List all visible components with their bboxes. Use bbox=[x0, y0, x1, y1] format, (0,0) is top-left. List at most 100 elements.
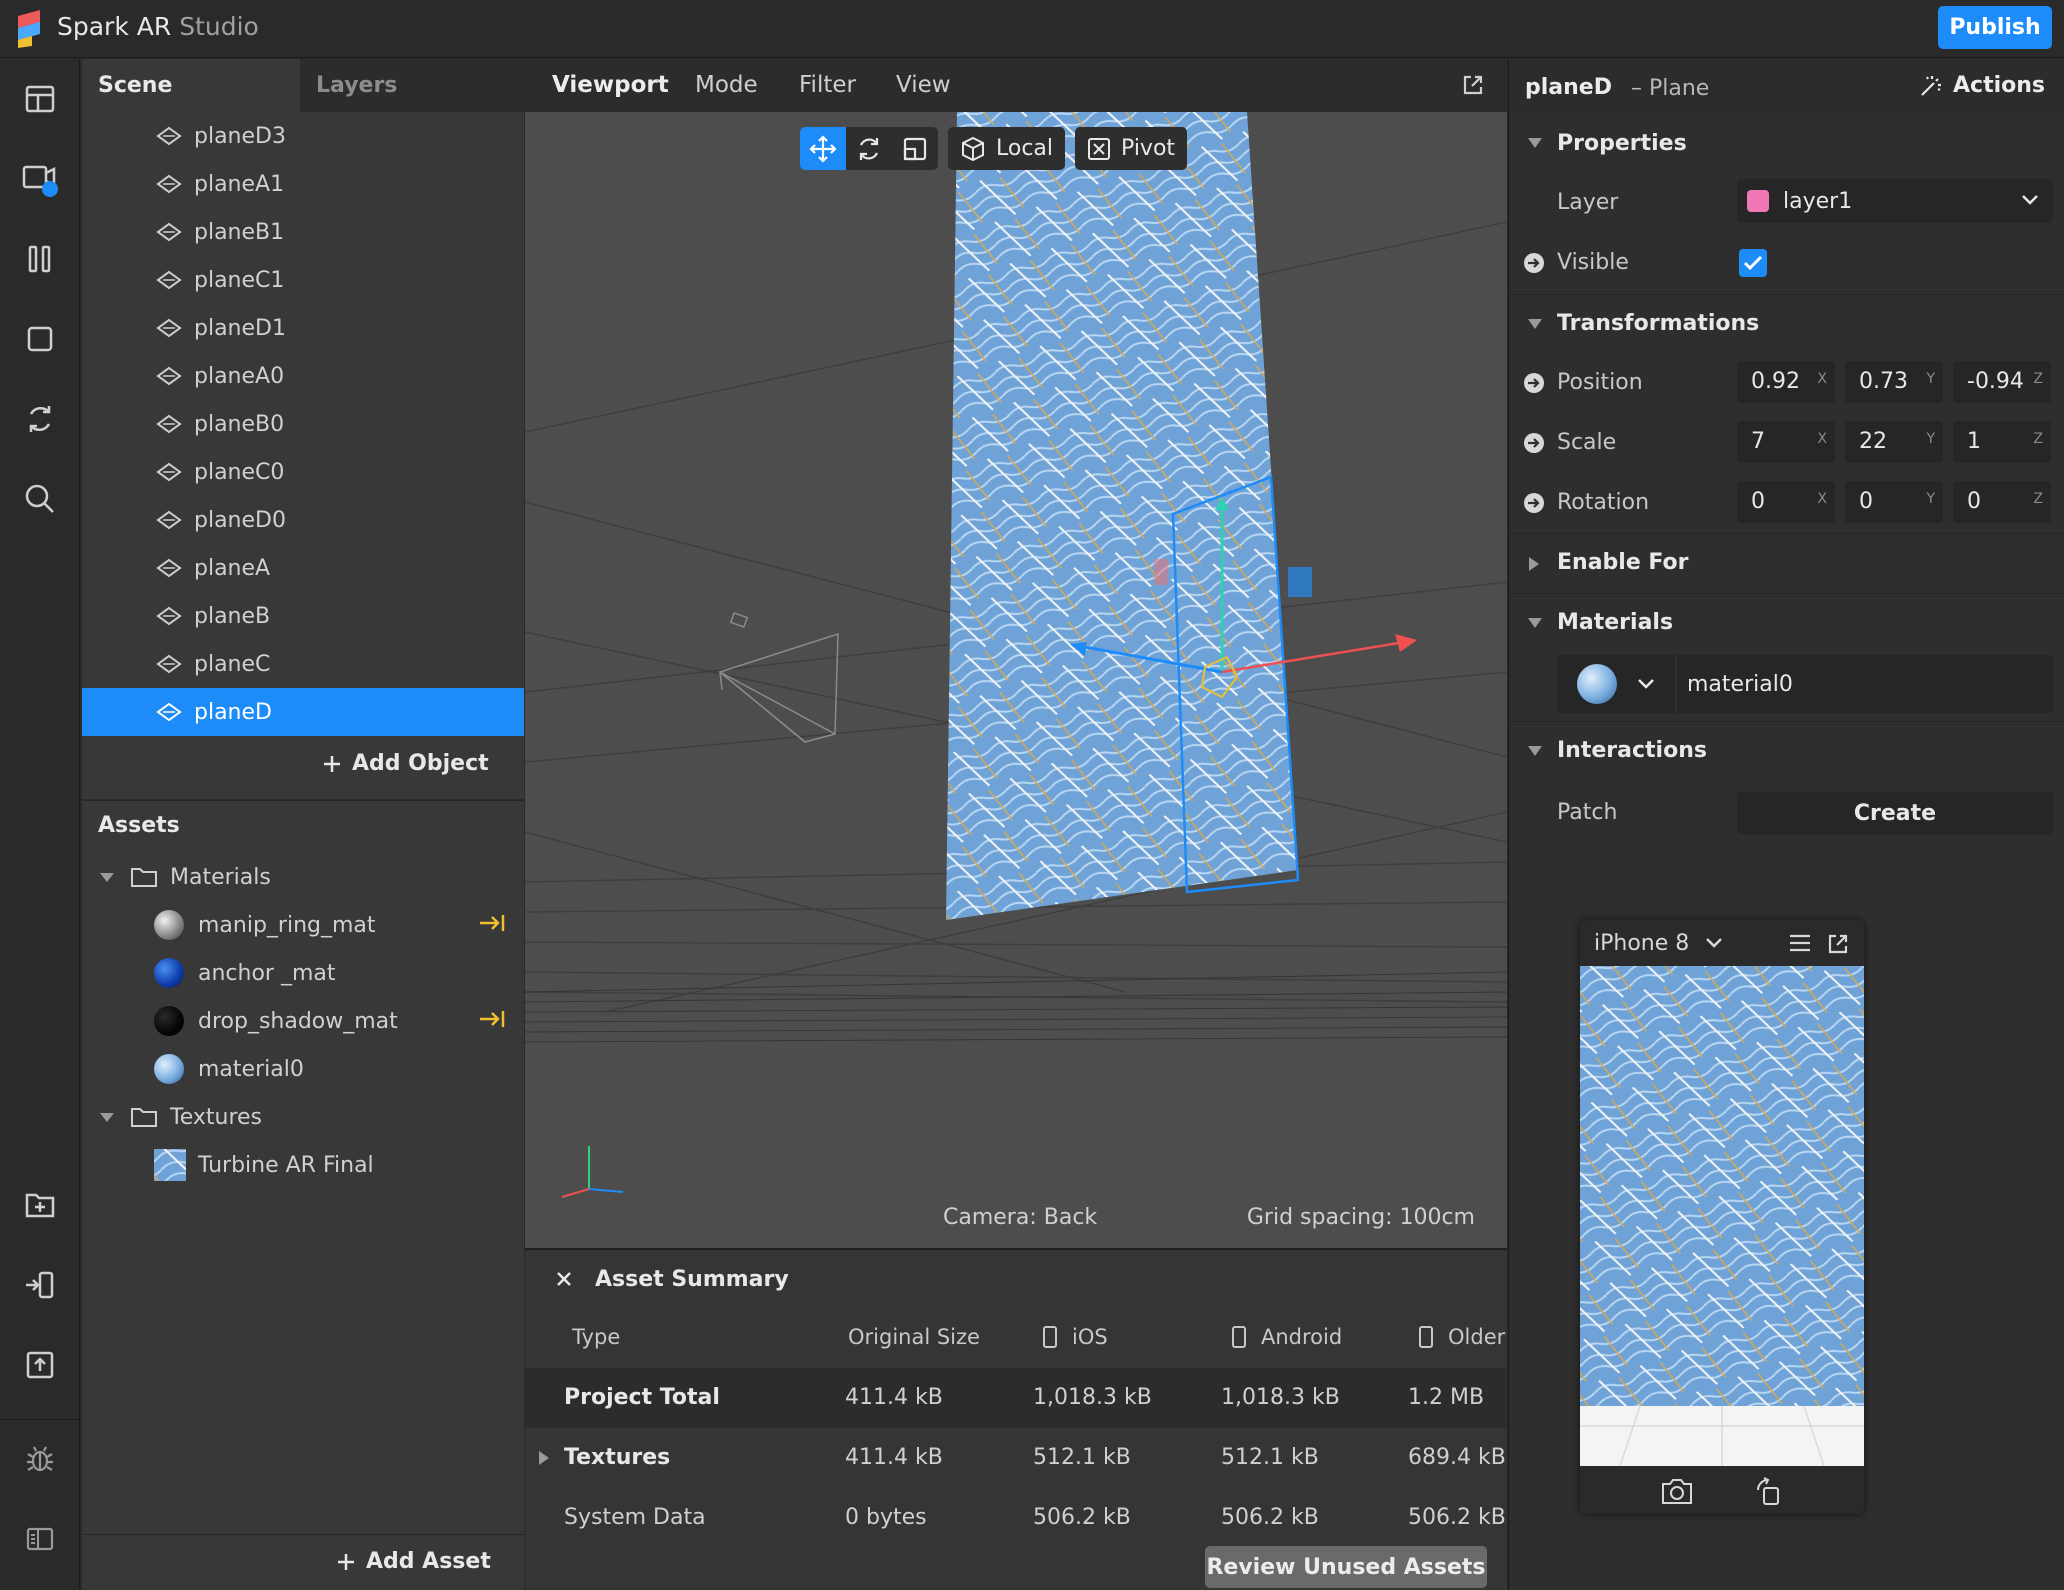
camera-switch-icon[interactable] bbox=[1660, 1476, 1694, 1506]
menu-view[interactable]: View bbox=[896, 59, 951, 112]
review-unused-assets-button[interactable]: Review Unused Assets bbox=[1205, 1546, 1487, 1588]
menu-mode[interactable]: Mode bbox=[695, 59, 758, 112]
position-z-field[interactable]: -0.94 Z bbox=[1953, 361, 2051, 403]
triangle-down-icon[interactable] bbox=[1527, 317, 1543, 331]
plane-icon bbox=[156, 414, 182, 434]
triangle-down-icon[interactable] bbox=[1527, 744, 1543, 758]
triangle-down-icon[interactable] bbox=[1527, 616, 1543, 630]
external-link-icon[interactable] bbox=[1461, 73, 1485, 97]
triangle-down-icon[interactable] bbox=[1527, 136, 1543, 150]
triangle-down-icon[interactable] bbox=[98, 1108, 116, 1126]
folder-textures[interactable]: Textures bbox=[82, 1093, 524, 1141]
add-asset-label: Add Asset bbox=[366, 1549, 491, 1574]
section-interactions[interactable]: Interactions bbox=[1509, 721, 2064, 779]
material-picker[interactable] bbox=[1557, 655, 1677, 713]
create-patch-button[interactable]: Create bbox=[1737, 792, 2053, 834]
pivot-button[interactable]: Pivot bbox=[1075, 127, 1188, 170]
asset-manip-ring-mat[interactable]: manip_ring_mat bbox=[82, 901, 524, 949]
inspector-header: planeD – Plane Actions bbox=[1509, 59, 2064, 112]
rotation-y-field[interactable]: 0Y bbox=[1845, 481, 1943, 523]
add-object-button[interactable]: Add Object bbox=[322, 751, 489, 776]
scene-item-planec0[interactable]: planeC0 bbox=[82, 448, 524, 496]
rotation-x-field[interactable]: 0X bbox=[1737, 481, 1835, 523]
scene-item-planec[interactable]: planeC bbox=[82, 640, 524, 688]
tab-viewport[interactable]: Viewport bbox=[552, 59, 669, 112]
connect-arrow-icon[interactable] bbox=[1523, 372, 1545, 394]
upload-icon[interactable] bbox=[20, 1345, 60, 1385]
scene-item-planea[interactable]: planeA bbox=[82, 544, 524, 592]
connect-arrow-icon[interactable] bbox=[1523, 432, 1545, 454]
link-arrow-icon[interactable] bbox=[478, 1007, 506, 1031]
actions-button[interactable]: Actions bbox=[1919, 73, 2045, 98]
scene-render bbox=[525, 112, 1507, 1198]
scene-panel: Scene Layers planeD3 planeA1 planeB1 planeC… bbox=[82, 59, 524, 799]
material-name-field[interactable]: material0 bbox=[1677, 655, 2053, 713]
bug-icon[interactable] bbox=[20, 1439, 60, 1479]
folder-materials-label: Materials bbox=[170, 864, 271, 890]
viewport-canvas[interactable]: Local Pivot Camera: Back Grid spacing: 1… bbox=[525, 112, 1507, 1248]
scene-item-planea0[interactable]: planeA0 bbox=[82, 352, 524, 400]
section-materials[interactable]: Materials bbox=[1509, 593, 2064, 651]
scene-item-planed1[interactable]: planeD1 bbox=[82, 304, 524, 352]
layer-dropdown[interactable]: layer1 bbox=[1737, 179, 2053, 223]
panel-icon[interactable] bbox=[20, 1519, 60, 1559]
scene-item-planeb[interactable]: planeB bbox=[82, 592, 524, 640]
asset-drop-shadow-mat[interactable]: drop_shadow_mat bbox=[82, 997, 524, 1045]
chevron-down-icon[interactable] bbox=[1705, 936, 1723, 950]
scene-item-planed[interactable]: planeD bbox=[82, 688, 524, 736]
device-select[interactable]: iPhone 8 bbox=[1594, 931, 1689, 956]
asset-anchor-mat[interactable]: anchor _mat bbox=[82, 949, 524, 997]
summary-row-textures[interactable]: Textures 411.4 kB 512.1 kB 512.1 kB 689.… bbox=[525, 1428, 1507, 1488]
section-transformations[interactable]: Transformations bbox=[1509, 294, 2064, 352]
scale-y-field[interactable]: 22 Y bbox=[1845, 421, 1943, 463]
section-enable-for[interactable]: Enable For bbox=[1509, 533, 2064, 591]
add-asset-button[interactable]: Add Asset bbox=[336, 1549, 491, 1574]
scene-item-planed3[interactable]: planeD3 bbox=[82, 112, 524, 160]
section-properties[interactable]: Properties bbox=[1509, 114, 2064, 172]
connect-arrow-icon[interactable] bbox=[1523, 252, 1545, 274]
triangle-right-icon[interactable] bbox=[537, 1450, 551, 1466]
triangle-down-icon[interactable] bbox=[98, 868, 116, 886]
scale-z-field[interactable]: 1Z bbox=[1953, 421, 2051, 463]
publish-button[interactable]: Publish bbox=[1938, 6, 2052, 49]
layout-icon[interactable] bbox=[20, 79, 60, 119]
folder-add-icon[interactable] bbox=[20, 1185, 60, 1225]
link-arrow-icon[interactable] bbox=[478, 911, 506, 935]
scene-item-planea1[interactable]: planeA1 bbox=[82, 160, 524, 208]
preview-screen[interactable] bbox=[1580, 966, 1864, 1466]
position-y-field[interactable]: 0.73 Y bbox=[1845, 361, 1943, 403]
plane-icon bbox=[156, 174, 182, 194]
scene-item-planed0[interactable]: planeD0 bbox=[82, 496, 524, 544]
visible-checkbox[interactable] bbox=[1739, 249, 1767, 277]
actions-label: Actions bbox=[1953, 73, 2045, 98]
tab-layers[interactable]: Layers bbox=[300, 59, 524, 112]
search-icon[interactable] bbox=[20, 479, 60, 519]
rotate-icon[interactable] bbox=[846, 127, 892, 170]
scene-item-planeb0[interactable]: planeB0 bbox=[82, 400, 524, 448]
video-icon[interactable] bbox=[20, 159, 60, 199]
asset-turbine-texture[interactable]: Turbine AR Final bbox=[82, 1141, 524, 1189]
triangle-right-icon[interactable] bbox=[1527, 556, 1541, 572]
local-button[interactable]: Local bbox=[948, 127, 1066, 170]
folder-materials[interactable]: Materials bbox=[82, 853, 524, 901]
position-x-field[interactable]: 0.92 X bbox=[1737, 361, 1835, 403]
close-icon[interactable] bbox=[555, 1270, 573, 1288]
asset-material0[interactable]: material0 bbox=[82, 1045, 524, 1093]
connect-arrow-icon[interactable] bbox=[1523, 492, 1545, 514]
menu-icon[interactable] bbox=[1788, 932, 1812, 954]
scale-icon[interactable] bbox=[892, 127, 938, 170]
scene-item-planec1[interactable]: planeC1 bbox=[82, 256, 524, 304]
scene-item-planeb1[interactable]: planeB1 bbox=[82, 208, 524, 256]
menu-filter[interactable]: Filter bbox=[799, 59, 856, 112]
popout-icon[interactable] bbox=[1826, 932, 1850, 956]
rotate-device-icon[interactable] bbox=[1754, 1476, 1784, 1506]
scale-x-field[interactable]: 7X bbox=[1737, 421, 1835, 463]
move-icon[interactable] bbox=[800, 127, 846, 170]
refresh-icon[interactable] bbox=[20, 399, 60, 439]
plus-icon bbox=[324, 755, 340, 772]
rotation-z-field[interactable]: 0Z bbox=[1953, 481, 2051, 523]
import-icon[interactable] bbox=[20, 1265, 60, 1305]
tab-scene[interactable]: Scene bbox=[82, 59, 300, 112]
columns-icon[interactable] bbox=[20, 239, 60, 279]
square-icon[interactable] bbox=[20, 319, 60, 359]
